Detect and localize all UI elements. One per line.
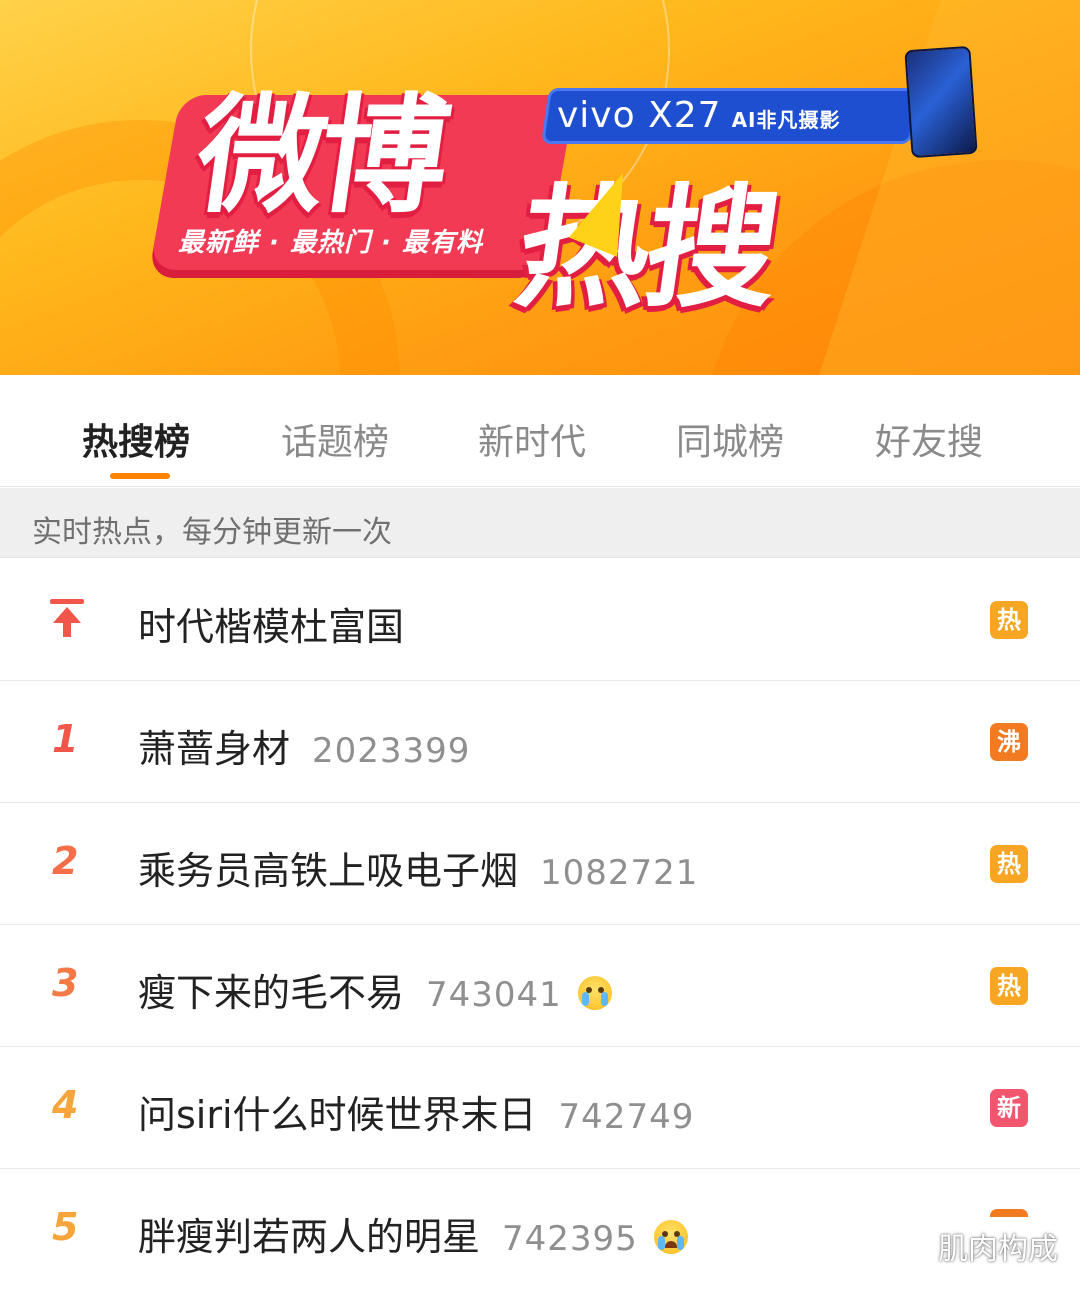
topic-title-text: 乘务员高铁上吸电子烟 [138, 849, 519, 893]
tab-friends-search[interactable]: 好友搜 [875, 413, 983, 465]
rank-number: 2 [52, 839, 79, 883]
rank-number: 4 [52, 1083, 79, 1127]
search-count: 742749 [558, 1097, 695, 1137]
topic-title-text: 瘦下来的毛不易 [138, 971, 405, 1015]
ad-tagline: AI非凡摄影 [731, 108, 841, 132]
banner-slogan: 最新鲜 · 最热门 · 最有料 [178, 228, 483, 258]
wechat-icon [888, 1226, 934, 1260]
tab-bar: 热搜榜 话题榜 新时代 同城榜 好友搜 [0, 375, 1080, 487]
list-item[interactable]: 4 问siri什么时候世界末日 742749 新 [0, 1047, 1080, 1169]
watermark-text: 肌肉构成 [938, 1232, 1058, 1267]
banner-title-hot-search: 热搜 [507, 172, 786, 326]
realtime-notice: 实时热点，每分钟更新一次 [0, 488, 1080, 558]
status-badge-partial [990, 1209, 1028, 1217]
topic-title-text: 时代楷模杜富国 [138, 605, 405, 649]
hot-badge: 热 [990, 967, 1028, 1005]
search-count: 742395 [502, 1219, 638, 1259]
topic-title-text: 胖瘦判若两人的明星 [138, 1215, 481, 1259]
list-item[interactable]: 时代楷模杜富国 热 [0, 559, 1080, 681]
topic-title-text: 萧蔷身材 [138, 727, 291, 771]
hot-badge: 热 [990, 601, 1028, 639]
boiling-badge: 沸 [990, 723, 1028, 761]
topic-title: 时代楷模杜富国 [138, 596, 404, 651]
topic-title: 乘务员高铁上吸电子烟 1082721 [138, 840, 698, 895]
topic-title: 萧蔷身材 2023399 [138, 718, 470, 773]
rank-number: 5 [52, 1205, 79, 1249]
laughing-crying-icon [653, 1220, 688, 1254]
tab-hot-search[interactable]: 热搜榜 [82, 413, 190, 465]
tab-topics[interactable]: 话题榜 [281, 413, 389, 465]
search-count: 1082721 [540, 853, 699, 893]
search-count: 743041 [426, 975, 562, 1015]
list-item[interactable]: 3 瘦下来的毛不易 743041 热 [0, 925, 1080, 1047]
hot-badge: 热 [990, 845, 1028, 883]
phone-image [904, 45, 978, 159]
banner-title-weibo: 微博 [187, 82, 453, 231]
list-item[interactable]: 1 萧蔷身材 2023399 沸 [0, 681, 1080, 803]
topic-title: 瘦下来的毛不易 743041 [138, 962, 612, 1017]
crying-face-icon [577, 976, 612, 1010]
topic-title-text: 问siri什么时候世界末日 [138, 1093, 537, 1137]
rank-number: 1 [52, 717, 79, 761]
tab-new-era[interactable]: 新时代 [478, 413, 586, 465]
new-badge: 新 [990, 1089, 1028, 1127]
rank-number: 3 [52, 961, 79, 1005]
active-tab-indicator [110, 473, 170, 479]
ad-brand: vivo X27 [557, 95, 722, 136]
list-item[interactable]: 2 乘务员高铁上吸电子烟 1082721 热 [0, 803, 1080, 925]
realtime-notice-text: 实时热点，每分钟更新一次 [32, 515, 392, 550]
tab-local[interactable]: 同城榜 [676, 413, 784, 465]
hot-search-banner[interactable]: 微博 热搜 最新鲜 · 最热门 · 最有料 vivo X27 AI非凡摄影 [0, 0, 1080, 375]
ad-text: vivo X27 AI非凡摄影 [557, 95, 840, 136]
topic-title: 胖瘦判若两人的明星 742395 [138, 1206, 688, 1261]
pin-top-icon [50, 599, 84, 639]
search-count: 2023399 [312, 731, 471, 771]
topic-title: 问siri什么时候世界末日 742749 [138, 1084, 694, 1139]
